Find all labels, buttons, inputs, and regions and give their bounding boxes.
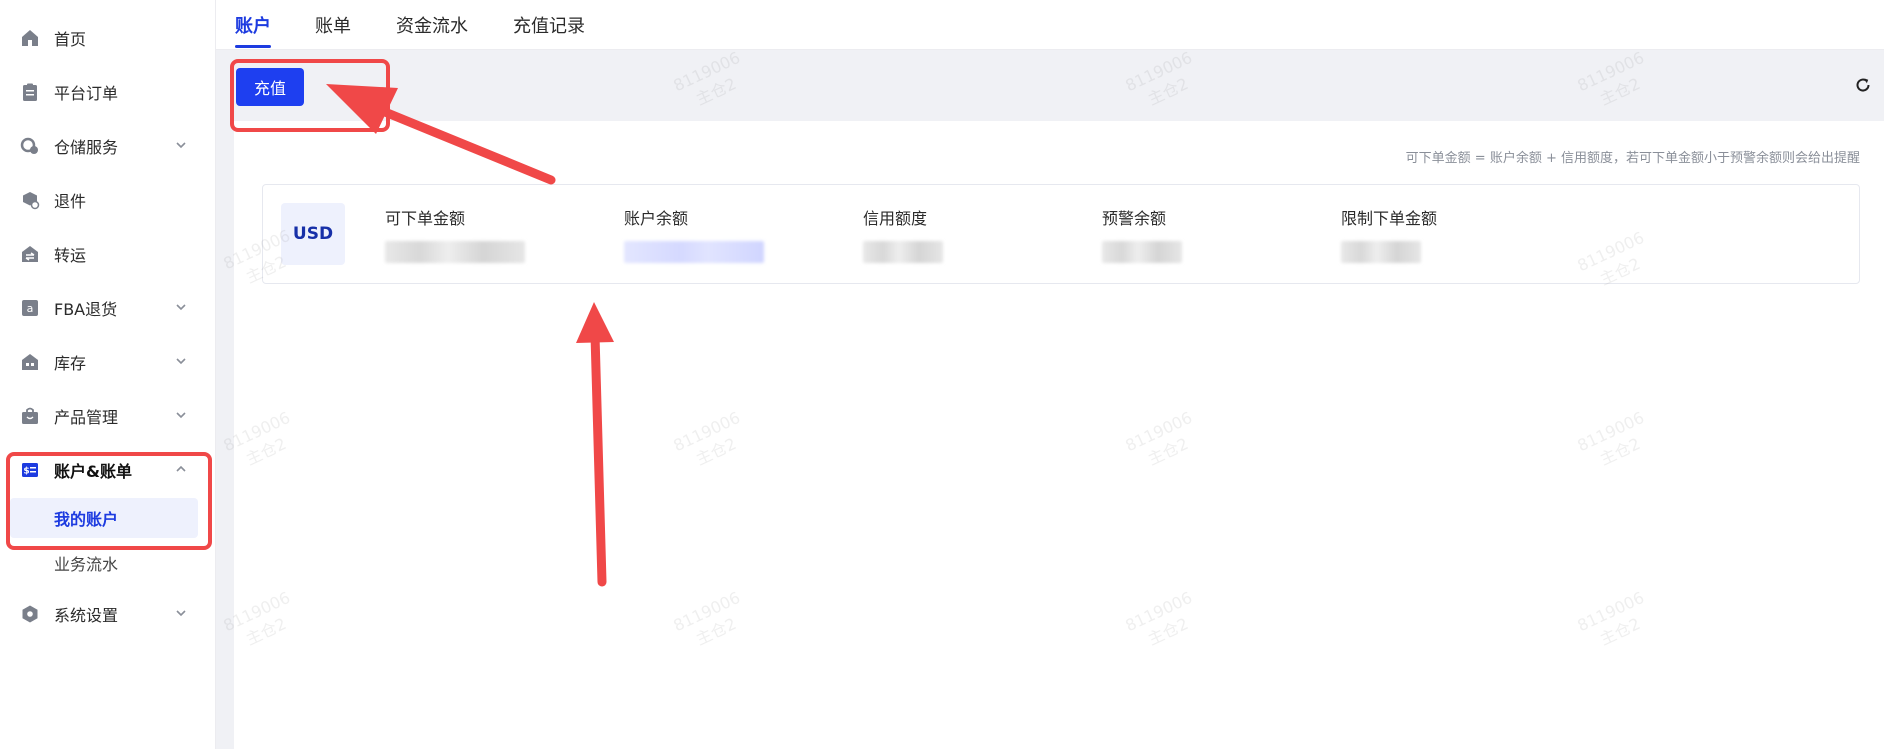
sidebar-item-product-management[interactable]: 产品管理: [0, 396, 216, 436]
tab-bill[interactable]: 账单: [315, 12, 351, 38]
sidebar-item-label: 退件: [54, 192, 87, 211]
redacted-value: [1341, 241, 1421, 263]
annotation-box-recharge: [230, 59, 390, 132]
content-left-edge: [216, 121, 234, 749]
sidebar-item-label: 产品管理: [54, 408, 119, 427]
balance-hint: 可下单金额 = 账户余额 + 信用额度，若可下单金额小于预警余额则会给出提醒: [1405, 151, 1860, 166]
chevron-down-icon[interactable]: [174, 408, 188, 422]
metric-orderable-amount: 可下单金额: [385, 205, 605, 263]
sidebar-item-label: 系统设置: [54, 606, 119, 625]
sidebar-item-label: FBA退货: [54, 300, 118, 319]
sidebar-item-label: 首页: [54, 30, 87, 49]
tab-recharge-records[interactable]: 充值记录: [513, 12, 585, 38]
account-card: USD 可下单金额 账户余额 信用额度 预警余额 限制下单金额: [262, 184, 1860, 284]
metric-warning-balance: 预警余额: [1102, 205, 1322, 263]
watermark: 8119006主仓2: [670, 407, 744, 470]
watermark: 8119006主仓2: [1122, 587, 1196, 650]
inventory-icon: [20, 352, 40, 372]
transfer-icon: [20, 244, 40, 264]
sidebar: 首页 平台订单 仓储服务 退件 转运 a FBA退货 库存 产品管理 $ 账户&…: [0, 0, 216, 749]
redacted-value: [1102, 241, 1182, 263]
sidebar-item-warehouse-service[interactable]: 仓储服务: [0, 126, 216, 166]
metric-label: 账户余额: [624, 209, 689, 228]
refresh-icon[interactable]: [1854, 76, 1872, 94]
sidebar-item-system-settings[interactable]: 系统设置: [0, 594, 216, 634]
currency-badge: USD: [281, 203, 345, 265]
tab-bar: 账户 账单 资金流水 充值记录: [216, 0, 1884, 50]
svg-text:a: a: [27, 302, 34, 315]
watermark: 8119006主仓2: [670, 587, 744, 650]
redacted-value: [863, 241, 943, 263]
chevron-down-icon[interactable]: [174, 138, 188, 152]
redacted-value: [624, 241, 764, 263]
watermark: 8119006主仓2: [1574, 407, 1648, 470]
sidebar-item-returns[interactable]: 退件: [0, 180, 216, 220]
arrow-to-account-card-icon: [576, 302, 614, 587]
tab-fund-flow[interactable]: 资金流水: [396, 12, 468, 38]
toolbar: 充值: [216, 50, 1884, 121]
sidebar-item-label: 库存: [54, 354, 87, 373]
metric-label: 可下单金额: [385, 209, 466, 228]
metric-label: 限制下单金额: [1341, 209, 1438, 228]
clipboard-icon: [20, 82, 40, 102]
chevron-down-icon[interactable]: [174, 300, 188, 314]
amazon-icon: a: [20, 298, 40, 318]
return-parcel-icon: [20, 190, 40, 210]
tab-account[interactable]: 账户: [235, 12, 271, 38]
sidebar-item-transfer[interactable]: 转运: [0, 234, 216, 274]
metric-order-limit-amount: 限制下单金额: [1341, 205, 1561, 263]
metric-credit-limit: 信用额度: [863, 205, 1083, 263]
redacted-value: [385, 241, 525, 263]
watermark: 8119006主仓2: [1574, 587, 1648, 650]
warehouse-service-icon: [20, 136, 40, 156]
metric-label: 信用额度: [863, 209, 928, 228]
metric-label: 预警余额: [1102, 209, 1167, 228]
sidebar-item-label: 转运: [54, 246, 87, 265]
settings-hexagon-icon: [20, 604, 40, 624]
sidebar-item-inventory[interactable]: 库存: [0, 342, 216, 382]
chevron-down-icon[interactable]: [174, 354, 188, 368]
annotation-box-my-account: [6, 452, 212, 550]
sidebar-item-platform-orders[interactable]: 平台订单: [0, 72, 216, 112]
sidebar-item-label: 平台订单: [54, 84, 119, 103]
home-icon: [20, 28, 40, 48]
sidebar-item-fba-returns[interactable]: a FBA退货: [0, 288, 216, 328]
sidebar-item-label: 仓储服务: [54, 138, 119, 157]
product-bag-icon: [20, 406, 40, 426]
chevron-down-icon[interactable]: [174, 606, 188, 620]
sidebar-item-home[interactable]: 首页: [0, 18, 216, 58]
watermark: 8119006主仓2: [1122, 407, 1196, 470]
metric-account-balance: 账户余额: [624, 205, 844, 263]
active-tab-indicator: [235, 45, 271, 48]
